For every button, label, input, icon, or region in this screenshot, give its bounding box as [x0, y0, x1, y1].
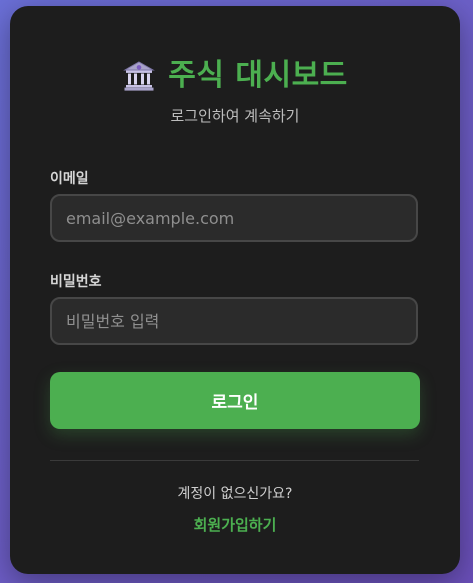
- login-button[interactable]: 로그인: [50, 372, 420, 429]
- bank-building-icon: [122, 59, 156, 93]
- email-label: 이메일: [50, 171, 89, 187]
- no-account-text: 계정이 없으신가요?: [177, 486, 293, 502]
- password-label: 비밀번호: [50, 274, 102, 290]
- page-subtitle: 로그인하여 계속하기: [170, 107, 300, 125]
- title-row: 주식 대시보드: [10, 56, 460, 96]
- divider: [50, 460, 419, 461]
- signup-link[interactable]: 회원가입하기: [10, 514, 460, 535]
- login-card: 주식 대시보드 로그인하여 계속하기 이메일 비밀번호 로그인 계정이 없으신가…: [10, 6, 460, 574]
- password-field[interactable]: [50, 297, 418, 345]
- email-field[interactable]: [50, 194, 418, 242]
- page-title: 주식 대시보드: [168, 58, 348, 93]
